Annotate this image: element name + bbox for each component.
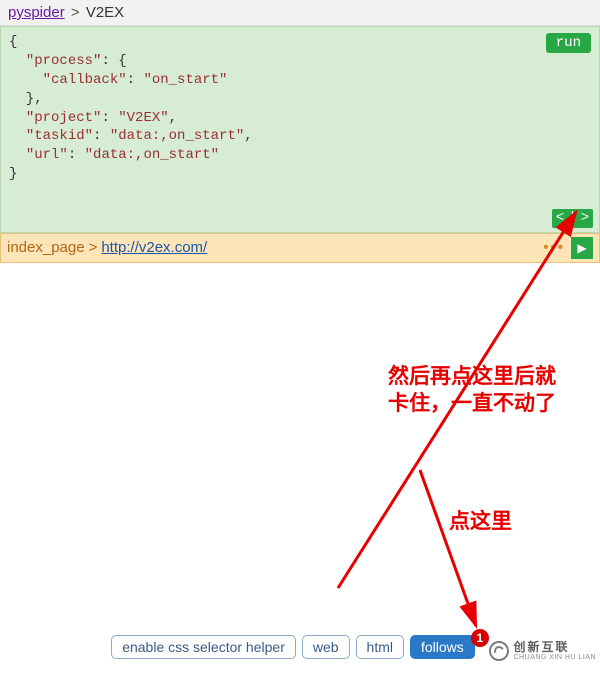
html-tab-button[interactable]: html [356, 635, 404, 659]
annotation-text-2: 点这里 [449, 508, 512, 535]
nav-separator: | [568, 209, 576, 228]
css-selector-helper-button[interactable]: enable css selector helper [111, 635, 296, 659]
annotation-text-1: 然后再点这里后就 卡住，一直不动了 [388, 363, 588, 418]
follow-url-link[interactable]: http://v2ex.com/ [101, 239, 207, 256]
watermark-cn-text: 创新互联 [513, 641, 596, 654]
run-button[interactable]: run [546, 33, 591, 53]
follow-bar: index_page > http://v2ex.com/ ••• ▶ [0, 233, 600, 263]
nav-next-button[interactable]: > [581, 209, 589, 228]
breadcrumb: pyspider > V2EX [0, 0, 600, 26]
history-nav: < | > [552, 209, 593, 228]
preview-area: 然后再点这里后就 卡住，一直不动了 点这里 [0, 263, 600, 693]
task-json-panel: { "process": { "callback": "on_start" },… [0, 26, 600, 233]
follows-tab-button[interactable]: follows [410, 635, 475, 659]
follows-count-badge: 1 [471, 629, 489, 647]
breadcrumb-spider-name: V2EX [86, 4, 124, 21]
watermark: 创新互联 CHUANG XIN HU LIAN [489, 641, 596, 661]
breadcrumb-separator: > [71, 4, 80, 21]
follow-play-button[interactable]: ▶ [571, 237, 593, 259]
breadcrumb-project-link[interactable]: pyspider [8, 4, 65, 21]
watermark-en-text: CHUANG XIN HU LIAN [513, 654, 596, 661]
web-tab-button[interactable]: web [302, 635, 350, 659]
follow-more-button[interactable]: ••• [537, 239, 571, 256]
follow-separator: > [89, 239, 98, 256]
follow-callback-name: index_page [7, 239, 85, 256]
watermark-logo-icon [489, 641, 509, 661]
nav-prev-button[interactable]: < [556, 209, 564, 228]
